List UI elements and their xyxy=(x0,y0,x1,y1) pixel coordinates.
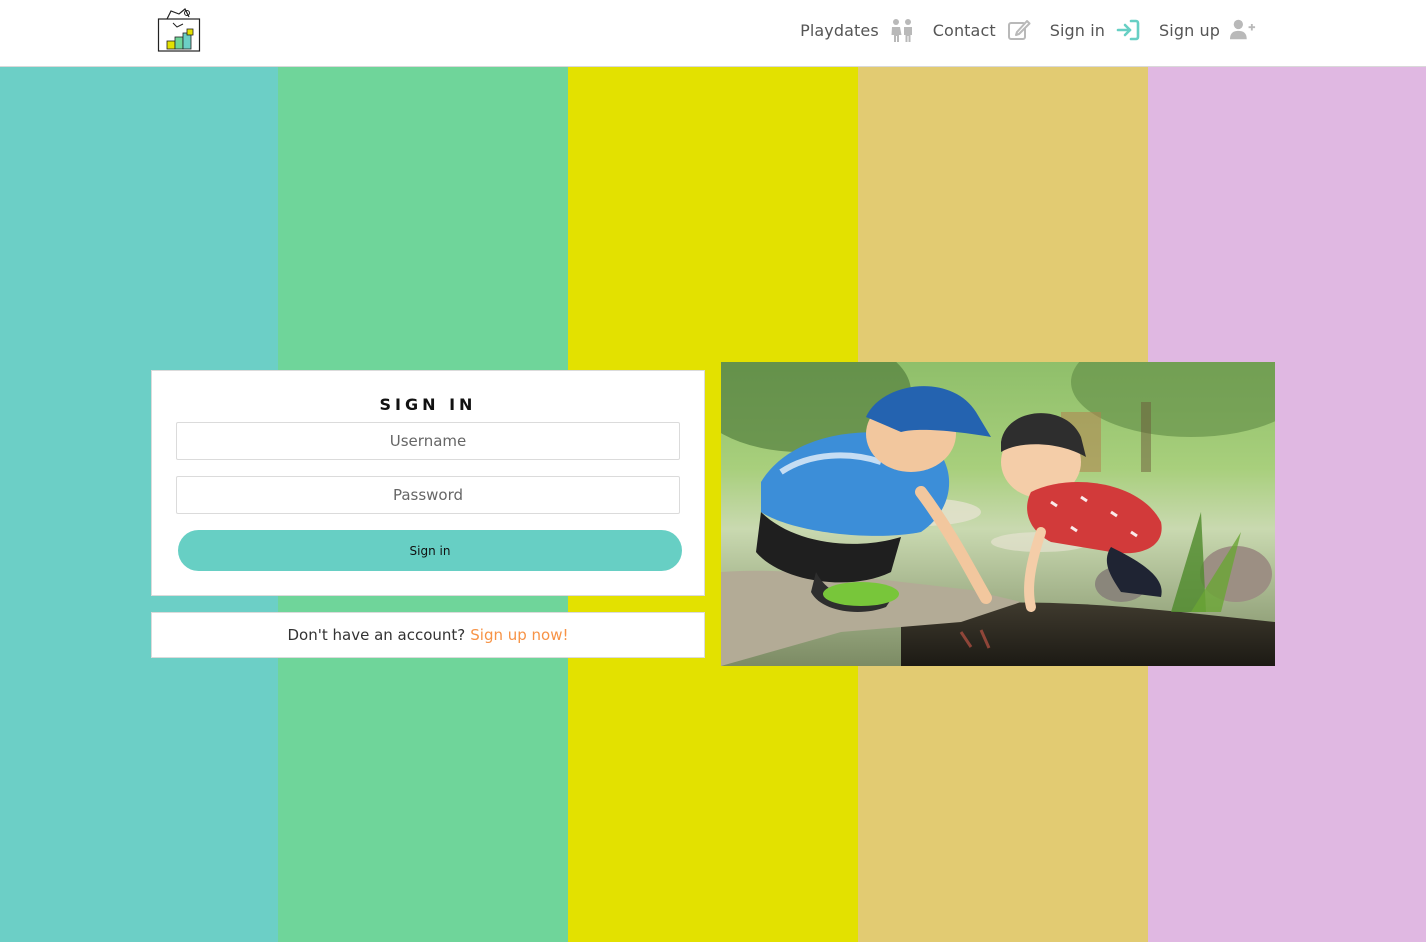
sign-in-button[interactable]: Sign in xyxy=(178,530,682,571)
sign-in-title: SIGN IN xyxy=(379,395,477,414)
nav-playdates[interactable]: Playdates xyxy=(800,17,915,43)
nav-sign-up-label: Sign up xyxy=(1159,20,1220,40)
nav-sign-in[interactable]: Sign in xyxy=(1050,17,1141,43)
top-navbar: Playdates Contact Sign in Sign up xyxy=(0,0,1426,67)
main-nav: Playdates Contact Sign in Sign up xyxy=(782,0,1256,60)
user-plus-icon xyxy=(1230,17,1256,43)
sign-up-question: Don't have an account? xyxy=(287,626,466,644)
children-icon xyxy=(889,17,915,43)
logo-icon[interactable] xyxy=(157,7,201,53)
username-input[interactable] xyxy=(176,422,680,460)
sign-in-form: SIGN IN Sign in xyxy=(151,370,705,596)
nav-sign-in-label: Sign in xyxy=(1049,20,1106,40)
nav-contact[interactable]: Contact xyxy=(933,17,1032,43)
children-playing-photo xyxy=(721,362,1275,666)
sign-up-prompt: Don't have an account? Sign up now! xyxy=(151,612,705,658)
password-input[interactable] xyxy=(176,476,680,514)
nav-sign-up[interactable]: Sign up xyxy=(1159,17,1256,43)
edit-icon xyxy=(1006,17,1032,43)
nav-contact-label: Contact xyxy=(932,20,996,40)
sign-up-link[interactable]: Sign up now! xyxy=(470,626,568,644)
nav-playdates-label: Playdates xyxy=(800,20,879,40)
sign-in-icon xyxy=(1115,17,1141,43)
